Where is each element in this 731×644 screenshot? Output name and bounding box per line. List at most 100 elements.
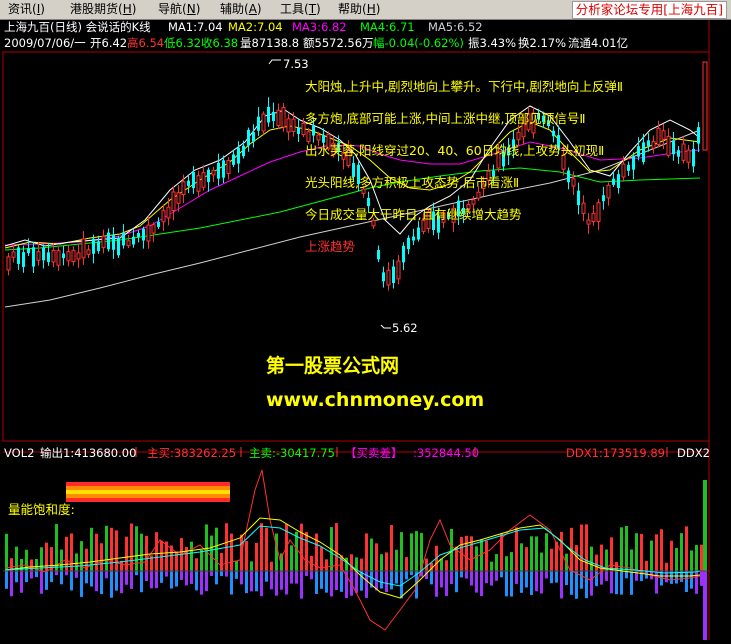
histogram-bar-negative [500, 571, 503, 578]
candle-body [382, 272, 385, 282]
histogram-bar-negative [380, 571, 383, 589]
histogram-bar-positive [610, 537, 613, 571]
candle-body [166, 206, 171, 219]
histogram-bar-positive [425, 558, 428, 571]
candle-body [632, 156, 635, 170]
candle-body [552, 130, 555, 137]
candle-body [36, 251, 41, 261]
quote-float: 流通4.01亿 [568, 36, 628, 50]
histogram-bar-negative [110, 571, 113, 598]
menu-help[interactable]: 帮助(H) [338, 2, 380, 17]
histogram-bar-negative [70, 571, 73, 591]
histogram-bar-negative [285, 571, 288, 595]
histogram-bar-positive [245, 540, 248, 571]
histogram-bar-positive [590, 546, 593, 571]
histogram-bar-negative [145, 571, 148, 582]
histogram-bar-negative [390, 571, 393, 590]
candle-body [661, 130, 666, 140]
candle-body [471, 199, 476, 205]
candle-body [146, 224, 151, 242]
quote-amplitude: 振3.43% [468, 36, 516, 50]
histogram-bar-positive [620, 527, 623, 571]
histogram-bar-negative [545, 571, 548, 579]
candle-body [211, 169, 216, 176]
histogram-bar-positive [395, 549, 398, 571]
histogram-bar-negative [280, 571, 283, 590]
menu-tools[interactable]: 工具(T) [280, 2, 321, 17]
candle-body [637, 146, 640, 157]
candle-body [176, 192, 181, 204]
candle-body [11, 251, 16, 258]
histogram-bar-negative [395, 571, 398, 584]
histogram-bar-negative [495, 571, 498, 581]
histogram-bar-negative [130, 571, 133, 589]
candle-body [261, 113, 266, 132]
ma3-label: MA3:6.82 [292, 20, 347, 34]
histogram-bar-negative [180, 571, 183, 580]
candle-body [247, 129, 250, 146]
candle-body [402, 245, 405, 263]
annotation-line-3: 出水芙蓉,阳线穿过20、40、60日均线,上攻势头初现Ⅱ [305, 143, 604, 158]
histogram-bar-negative [95, 571, 98, 592]
histogram-bar-negative [570, 571, 573, 595]
candle-body [417, 227, 420, 240]
histogram-bar-negative [155, 571, 158, 589]
menu-info[interactable]: 资讯(I) [8, 2, 45, 17]
menu-hk-futures[interactable]: 港股期货(H) [70, 2, 136, 17]
candle-body-last [702, 61, 708, 151]
histogram-bar-positive [160, 540, 163, 571]
candle-body [267, 106, 270, 123]
candle-body [161, 210, 166, 223]
histogram-bar-negative [655, 571, 658, 594]
histogram-bar-positive [350, 554, 353, 571]
candle-body [567, 170, 570, 183]
histogram-bar-negative [630, 571, 633, 595]
histogram-bar-negative [510, 571, 513, 597]
histogram-bar-positive [260, 523, 263, 571]
candle-body [306, 131, 311, 142]
candle-body [6, 256, 11, 271]
histogram-bar-negative [525, 571, 528, 588]
histogram-bar-negative [575, 571, 578, 599]
candle-body [257, 116, 260, 131]
chart-area[interactable]: 上海九百(日线) 会说话的K线 MA1:7.04 MA2:7.04 MA3:6.… [0, 20, 731, 640]
histogram-bar-negative [245, 571, 248, 594]
candle-body [692, 148, 695, 167]
histogram-bar-negative [135, 571, 138, 576]
candle-body [677, 150, 680, 157]
histogram-bar-positive [515, 527, 518, 571]
histogram-bar-negative [125, 571, 128, 585]
histogram-bar-positive [580, 524, 583, 571]
menu-assist[interactable]: 辅助(A) [220, 2, 262, 17]
histogram-bar-negative [215, 571, 218, 585]
histogram-bar-negative [355, 571, 358, 593]
histogram-bar-negative [85, 571, 88, 584]
histogram-bar-negative [25, 571, 28, 583]
candle-body [276, 109, 281, 127]
candle-body [476, 191, 481, 199]
histogram-bar-negative [190, 571, 193, 584]
histogram-bar-negative [230, 571, 233, 595]
candle-body [66, 251, 71, 262]
candle-body [22, 252, 25, 267]
histogram-bar-negative [205, 571, 208, 592]
histogram-bar-positive [415, 531, 418, 571]
candle-body [286, 118, 291, 133]
histogram-bar-negative [430, 571, 433, 585]
histogram-bar-positive [465, 535, 468, 571]
histogram-bar-positive [520, 543, 523, 571]
candle-body [171, 191, 176, 211]
menu-navigation[interactable]: 导航(N) [158, 2, 200, 17]
histogram-bar-positive [445, 560, 448, 571]
histogram-bar-positive [645, 560, 648, 571]
histogram-bar-negative [165, 571, 168, 577]
candle-body [56, 250, 61, 266]
candle-body [577, 190, 580, 206]
quote-high: 高6.54 [127, 36, 164, 50]
histogram-bar-positive [5, 533, 8, 571]
quote-turnover: 换2.17% [518, 36, 566, 50]
candle-body [681, 143, 686, 161]
histogram-bar-negative [290, 571, 293, 584]
histogram-bar-negative [15, 571, 18, 583]
histogram-bar-negative [325, 571, 328, 593]
